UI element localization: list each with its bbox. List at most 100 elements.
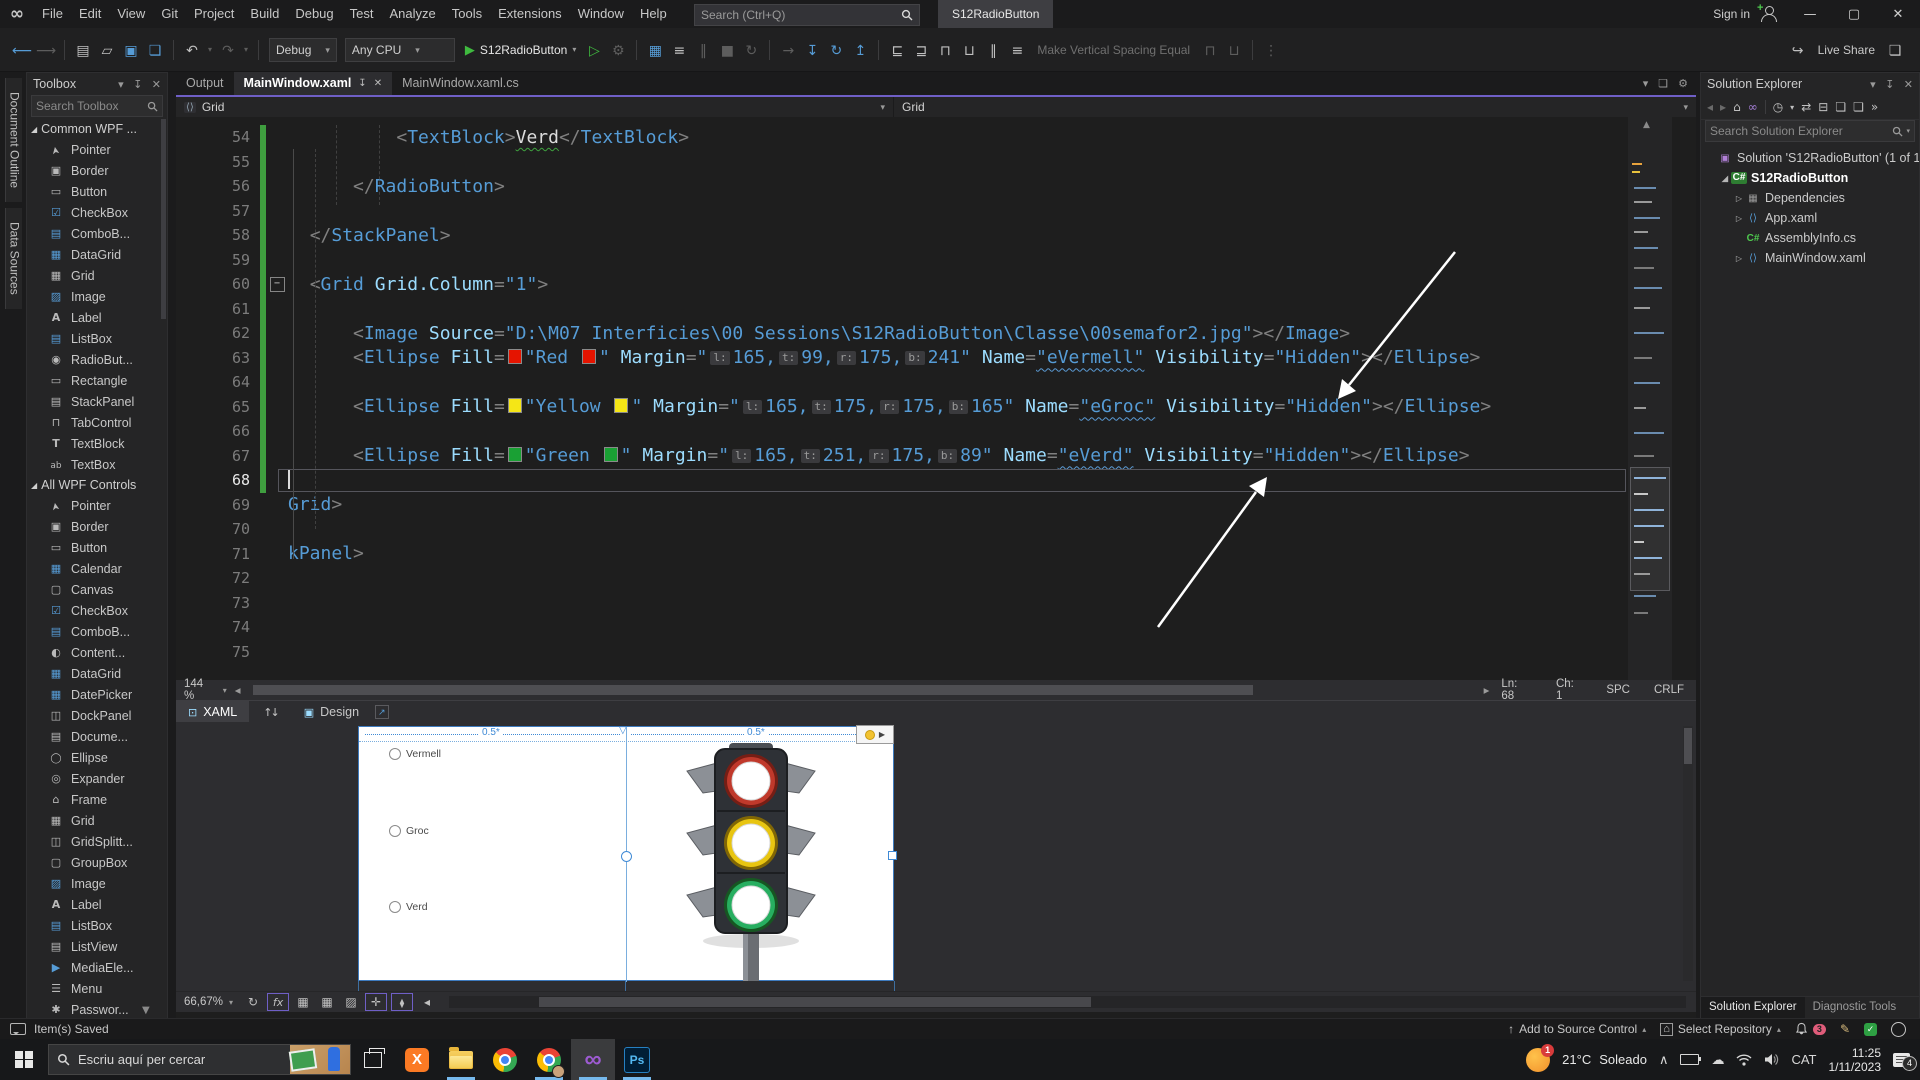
menu-tools[interactable]: Tools — [444, 0, 490, 28]
toolbox-item-listbox[interactable]: ListBox — [27, 328, 167, 349]
show-grid-icon[interactable] — [293, 994, 313, 1010]
menu-build[interactable]: Build — [242, 0, 287, 28]
tab-pin-icon[interactable] — [358, 72, 366, 95]
document-outline-icon[interactable] — [668, 39, 690, 61]
snap-lines-icon[interactable] — [365, 993, 388, 1011]
undo-dropdown-icon[interactable] — [205, 39, 215, 61]
toolbox-menu-icon[interactable] — [118, 79, 124, 91]
toolbox-item-grid[interactable]: Grid — [27, 810, 167, 831]
design-zoom-dropdown[interactable]: 66,67% — [176, 996, 241, 1008]
toolbox-item-grid[interactable]: Grid — [27, 265, 167, 286]
code-line-72[interactable]: 72 — [176, 566, 1696, 591]
weather-widget[interactable]: 21°C Soleado — [1562, 1052, 1647, 1067]
taskbar-app-visual-studio[interactable]: ∞ — [571, 1039, 615, 1080]
switch-views-icon[interactable] — [1748, 100, 1758, 114]
quick-actions-lightbulb[interactable]: ▶ — [856, 725, 894, 744]
tree-expander-icon[interactable]: ◢ — [1719, 174, 1731, 183]
build-settings-icon[interactable] — [607, 39, 629, 61]
menu-view[interactable]: View — [109, 0, 153, 28]
save-icon[interactable] — [120, 39, 142, 61]
toolbox-item-combobox[interactable]: ComboB... — [27, 621, 167, 642]
step-out-icon[interactable] — [849, 39, 871, 61]
toolbox-item-radiobutton[interactable]: RadioBut... — [27, 349, 167, 370]
maximize-button[interactable] — [1832, 0, 1876, 28]
tree-item-app-xaml[interactable]: ▷ ⟨⟩ App.xaml — [1701, 208, 1919, 228]
code-line-54[interactable]: 54 <TextBlock>Verd</TextBlock> — [176, 125, 1696, 150]
distribute-horizontal-icon[interactable] — [982, 39, 1004, 61]
toolbox-item-dockpanel[interactable]: DockPanel — [27, 705, 167, 726]
sign-in-person-icon[interactable]: + — [1757, 2, 1778, 22]
tree-expander-icon[interactable]: ▷ — [1733, 254, 1745, 263]
distribute-vertical-icon[interactable] — [1006, 39, 1028, 61]
toolbox-item-pointer[interactable]: Pointer — [27, 495, 167, 516]
keyboard-language[interactable]: CAT — [1791, 1052, 1816, 1067]
toolbox-item-gridsplitter[interactable]: GridSplitt... — [27, 831, 167, 852]
toolbox-item-label[interactable]: Label — [27, 894, 167, 915]
code-line-56[interactable]: 56 </RadioButton> — [176, 174, 1696, 199]
forward-icon[interactable] — [1720, 100, 1726, 114]
menu-edit[interactable]: Edit — [71, 0, 109, 28]
wifi-icon[interactable] — [1736, 1053, 1752, 1066]
editor-horizontal-scrollbar[interactable] — [244, 684, 1480, 696]
eol-indicator[interactable]: CRLF — [1642, 684, 1696, 696]
toolbox-item-datagrid[interactable]: DataGrid — [27, 663, 167, 684]
taskbar-app-chrome-profile[interactable] — [527, 1039, 571, 1080]
filter-dropdown-icon[interactable] — [1790, 103, 1794, 112]
open-file-icon[interactable] — [96, 39, 118, 61]
solution-explorer-close-icon[interactable] — [1904, 79, 1913, 91]
design-horizontal-scrollbar[interactable] — [449, 996, 1686, 1008]
clock-widget[interactable]: 11:25 1/11/2023 — [1829, 1046, 1882, 1074]
menu-extensions[interactable]: Extensions — [490, 0, 570, 28]
redo-icon[interactable] — [217, 39, 239, 61]
toolbox-item-document[interactable]: Docume... — [27, 726, 167, 747]
navigate-back-icon[interactable] — [11, 39, 33, 61]
minimize-button[interactable] — [1788, 0, 1832, 28]
action-center-icon[interactable]: 4 — [1893, 1052, 1917, 1071]
tree-item-mainwindow-xaml[interactable]: ▷ ⟨⟩ MainWindow.xaml — [1701, 248, 1919, 268]
toolbox-item-menu[interactable]: Menu — [27, 978, 167, 999]
tree-item-dependencies[interactable]: ▷ ▦ Dependencies — [1701, 188, 1919, 208]
solution-explorer-search-input[interactable]: Search Solution Explorer — [1705, 120, 1915, 142]
quick-search-box[interactable]: Search (Ctrl+Q) — [694, 4, 920, 26]
column-width-label[interactable]: 0.5* — [744, 727, 768, 738]
menu-analyze[interactable]: Analyze — [381, 0, 443, 28]
navigate-forward-icon[interactable] — [35, 39, 57, 61]
code-line-62[interactable]: 62 <Image Source="D:\M07 Interficies\00 … — [176, 321, 1696, 346]
code-line-55[interactable]: 55 — [176, 149, 1696, 174]
rail-tab-document-outline[interactable]: Document Outline — [4, 78, 22, 203]
undo-icon[interactable] — [181, 39, 203, 61]
toolbox-item-calendar[interactable]: Calendar — [27, 558, 167, 579]
same-height-icon[interactable] — [1223, 39, 1245, 61]
toolbox-item-frame[interactable]: Frame — [27, 789, 167, 810]
toolbox-item-button[interactable]: Button — [27, 537, 167, 558]
align-right-icon[interactable] — [910, 39, 932, 61]
solution-platform-dropdown[interactable]: Any CPU ▾ — [344, 37, 455, 62]
toolbox-item-datepicker[interactable]: DatePicker — [27, 684, 167, 705]
overflow-icon[interactable] — [1871, 100, 1878, 114]
rail-tab-data-sources[interactable]: Data Sources — [4, 208, 22, 309]
toolbox-item-checkbox[interactable]: CheckBox — [27, 600, 167, 621]
panel-tab-solution-explorer[interactable]: Solution Explorer — [1701, 997, 1805, 1018]
design-artboard[interactable]: 0.5* 0.5* ▽ ▶ Vermell Groc Verd — [358, 725, 897, 982]
editor-zoom-dropdown[interactable]: 144 % — [176, 678, 235, 702]
panel-tab-diagnostic-tools[interactable]: Diagnostic Tools — [1805, 997, 1905, 1018]
live-share-icon[interactable] — [1787, 39, 1809, 61]
toolbox-item-mediaelement[interactable]: MediaEle... — [27, 957, 167, 978]
toolbox-close-icon[interactable] — [152, 79, 161, 91]
code-line-71[interactable]: 71 kPanel> — [176, 542, 1696, 567]
code-line-57[interactable]: 57 — [176, 198, 1696, 223]
toolbox-item-tabcontrol[interactable]: TabControl — [27, 412, 167, 433]
taskbar-app-xampp[interactable]: X — [395, 1039, 439, 1080]
tab-mainwindow-xaml[interactable]: MainWindow.xaml — [233, 72, 393, 95]
stop-icon[interactable] — [716, 39, 738, 61]
toolbox-item-image[interactable]: Image — [27, 286, 167, 307]
select-repository-button[interactable]: ⌂ Select Repository ▴ — [1660, 1022, 1781, 1036]
toolbox-item-combobox[interactable]: ComboB... — [27, 223, 167, 244]
toolbox-search-input[interactable]: Search Toolbox — [31, 95, 163, 117]
code-line-64[interactable]: 64 — [176, 370, 1696, 395]
artboard-background-icon[interactable] — [341, 994, 361, 1010]
design-radiobutton-groc[interactable]: Groc — [389, 825, 429, 837]
menu-window[interactable]: Window — [570, 0, 632, 28]
design-scroll-left-icon[interactable] — [417, 994, 437, 1010]
weather-icon[interactable]: 1 — [1526, 1043, 1555, 1072]
